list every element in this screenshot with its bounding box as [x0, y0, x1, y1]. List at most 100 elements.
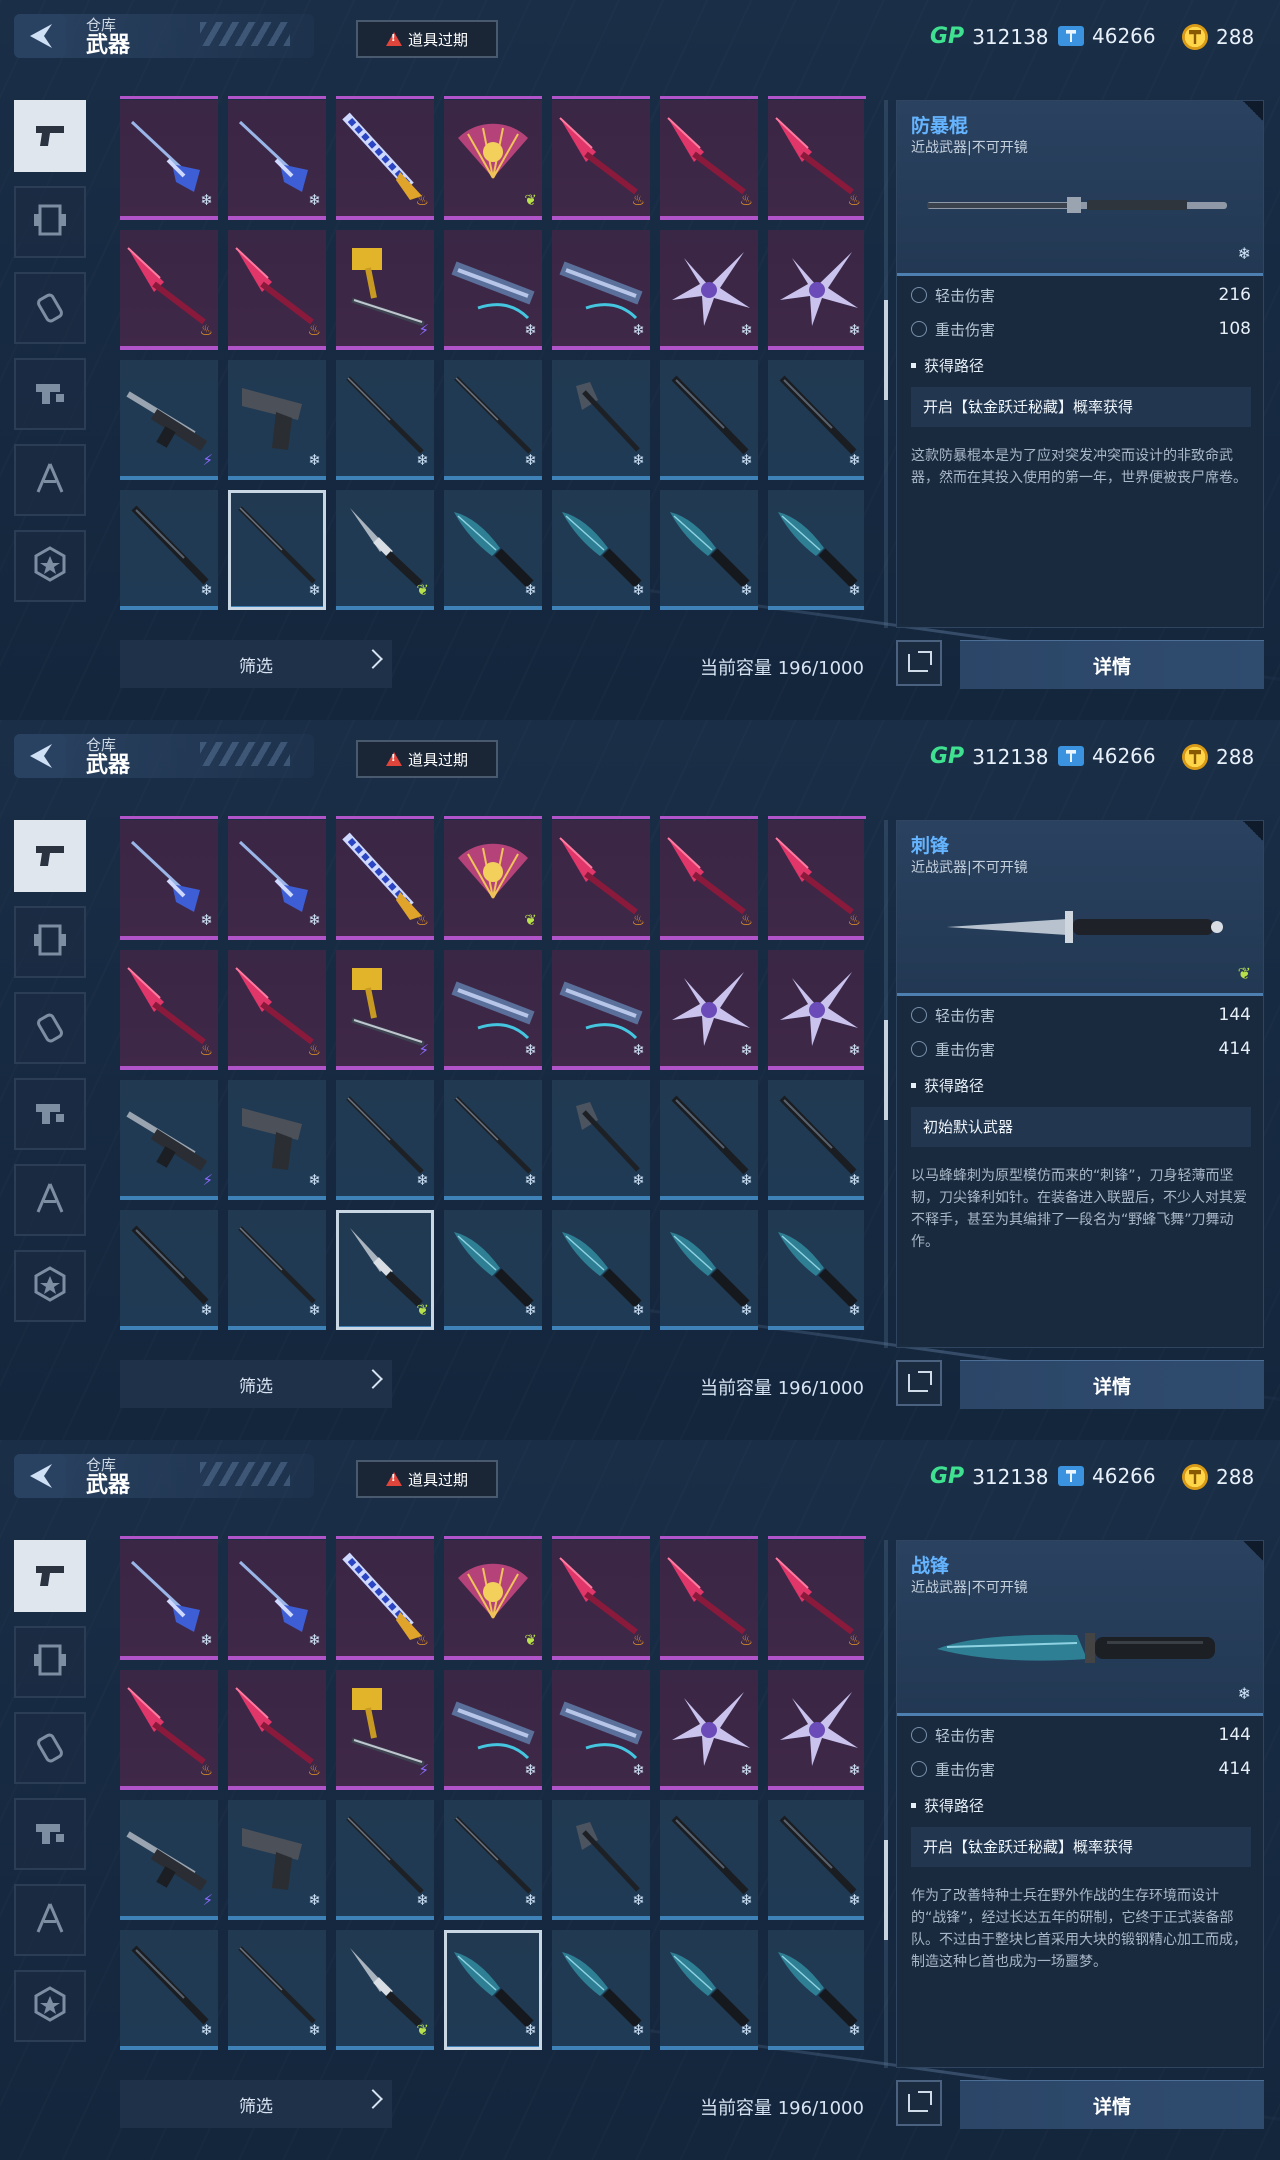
weapon-tile[interactable]: ♨	[552, 100, 650, 220]
weapon-tile[interactable]: ❄	[552, 1670, 650, 1790]
grid-scroll-thumb[interactable]	[884, 1020, 888, 1120]
weapon-tile[interactable]: ❄	[660, 1800, 758, 1920]
weapon-tile[interactable]: ♨	[336, 1540, 434, 1660]
weapon-tile[interactable]: ❄	[660, 490, 758, 610]
weapon-tile[interactable]: ❄	[444, 360, 542, 480]
weapon-tile[interactable]: ❄	[660, 1930, 758, 2050]
category-tab[interactable]	[14, 186, 86, 258]
category-tab[interactable]	[14, 1164, 86, 1236]
category-tab[interactable]	[14, 1250, 86, 1322]
category-tab[interactable]	[14, 992, 86, 1064]
weapon-tile[interactable]: ♨	[120, 950, 218, 1070]
grid-scroll-thumb[interactable]	[884, 300, 888, 400]
weapon-tile[interactable]: ❄	[552, 360, 650, 480]
weapon-tile[interactable]: ❄	[552, 1210, 650, 1330]
weapon-tile[interactable]: ❦	[336, 490, 434, 610]
weapon-tile[interactable]: ❄	[444, 1080, 542, 1200]
weapon-tile[interactable]: ❄	[336, 360, 434, 480]
weapon-tile[interactable]: ⚡	[336, 230, 434, 350]
category-tab[interactable]	[14, 820, 86, 892]
weapon-tile[interactable]: ❦	[444, 1540, 542, 1660]
weapon-tile[interactable]: ❄	[120, 1540, 218, 1660]
expired-items-button[interactable]: 道具过期	[356, 1460, 498, 1498]
weapon-tile[interactable]: ❦	[336, 1930, 434, 2050]
weapon-tile[interactable]: ❄	[444, 1210, 542, 1330]
weapon-tile[interactable]: ♨	[228, 230, 326, 350]
weapon-tile[interactable]: ❄	[120, 820, 218, 940]
weapon-tile[interactable]: ❄	[228, 360, 326, 480]
weapon-tile[interactable]: ❄	[660, 1210, 758, 1330]
weapon-tile[interactable]: ❄	[660, 1080, 758, 1200]
grid-scrollbar[interactable]	[884, 1540, 888, 2068]
weapon-tile[interactable]: ❦	[444, 820, 542, 940]
weapon-tile[interactable]: ❄	[552, 490, 650, 610]
weapon-tile[interactable]: ❄	[120, 490, 218, 610]
weapon-tile[interactable]: ❄	[444, 1930, 542, 2050]
weapon-tile[interactable]: ❄	[444, 1800, 542, 1920]
weapon-tile[interactable]: ♨	[336, 100, 434, 220]
weapon-tile[interactable]: ♨	[228, 1670, 326, 1790]
category-tab[interactable]	[14, 530, 86, 602]
weapon-tile[interactable]: ❄	[336, 1080, 434, 1200]
filter-button[interactable]: 筛选	[120, 2080, 392, 2128]
weapon-tile[interactable]: ❄	[120, 1210, 218, 1330]
category-tab[interactable]	[14, 1626, 86, 1698]
share-button[interactable]	[896, 2080, 942, 2126]
weapon-tile[interactable]: ♨	[768, 100, 864, 220]
weapon-tile[interactable]: ❄	[120, 1930, 218, 2050]
expired-items-button[interactable]: 道具过期	[356, 20, 498, 58]
category-tab[interactable]	[14, 358, 86, 430]
weapon-tile[interactable]: ❄	[444, 1670, 542, 1790]
weapon-tile[interactable]: ♨	[336, 820, 434, 940]
weapon-tile[interactable]: ❄	[120, 100, 218, 220]
weapon-tile[interactable]: ⚡	[120, 1080, 218, 1200]
weapon-tile[interactable]: ❄	[768, 1930, 864, 2050]
filter-button[interactable]: 筛选	[120, 640, 392, 688]
category-tab[interactable]	[14, 100, 86, 172]
weapon-tile[interactable]: ❄	[552, 1800, 650, 1920]
weapon-tile[interactable]: ♨	[552, 820, 650, 940]
weapon-tile[interactable]: ❄	[228, 820, 326, 940]
weapon-tile[interactable]: ⚡	[120, 1800, 218, 1920]
weapon-tile[interactable]: ♨	[660, 1540, 758, 1660]
back-button[interactable]	[14, 1454, 66, 1498]
weapon-tile[interactable]: ❄	[336, 1800, 434, 1920]
weapon-tile[interactable]: ♨	[120, 230, 218, 350]
weapon-tile[interactable]: ❄	[768, 1670, 864, 1790]
weapon-tile[interactable]: ❄	[228, 1080, 326, 1200]
weapon-tile[interactable]: ❄	[768, 1080, 864, 1200]
weapon-tile[interactable]: ❦	[444, 100, 542, 220]
filter-button[interactable]: 筛选	[120, 1360, 392, 1408]
weapon-tile[interactable]: ❄	[768, 950, 864, 1070]
weapon-tile[interactable]: ❄	[228, 1800, 326, 1920]
weapon-tile[interactable]: ❄	[768, 360, 864, 480]
weapon-tile[interactable]: ❄	[768, 1210, 864, 1330]
weapon-tile[interactable]: ❄	[660, 1670, 758, 1790]
weapon-tile[interactable]: ♨	[228, 950, 326, 1070]
weapon-tile[interactable]: ❄	[768, 490, 864, 610]
category-tab[interactable]	[14, 1970, 86, 2042]
category-tab[interactable]	[14, 1884, 86, 1956]
weapon-tile[interactable]: ❄	[552, 1930, 650, 2050]
category-tab[interactable]	[14, 1712, 86, 1784]
weapon-tile[interactable]: ♨	[660, 820, 758, 940]
expired-items-button[interactable]: 道具过期	[356, 740, 498, 778]
back-button[interactable]	[14, 734, 66, 778]
category-tab[interactable]	[14, 1798, 86, 1870]
weapon-tile[interactable]: ❄	[228, 1210, 326, 1330]
weapon-tile[interactable]: ❄	[444, 490, 542, 610]
weapon-tile[interactable]: ❄	[660, 230, 758, 350]
weapon-tile[interactable]: ❄	[660, 360, 758, 480]
weapon-tile[interactable]: ♨	[768, 1540, 864, 1660]
share-button[interactable]	[896, 1360, 942, 1406]
weapon-tile[interactable]: ❄	[228, 100, 326, 220]
category-tab[interactable]	[14, 1078, 86, 1150]
details-button[interactable]: 详情	[960, 2080, 1264, 2129]
back-button[interactable]	[14, 14, 66, 58]
weapon-tile[interactable]: ❄	[552, 950, 650, 1070]
weapon-tile[interactable]: ⚡	[336, 1670, 434, 1790]
category-tab[interactable]	[14, 444, 86, 516]
weapon-tile[interactable]: ❄	[660, 950, 758, 1070]
grid-scroll-thumb[interactable]	[884, 1840, 888, 1940]
weapon-tile[interactable]: ❄	[228, 1930, 326, 2050]
